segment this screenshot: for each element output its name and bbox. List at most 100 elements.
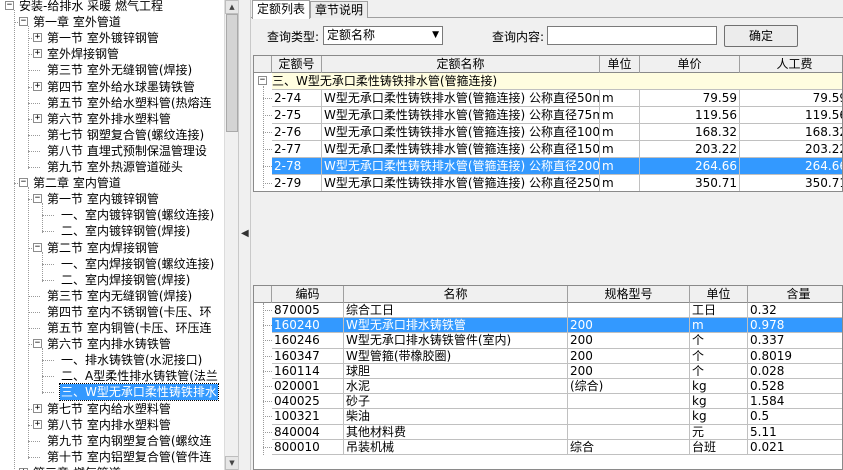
tree-item[interactable]: + 第八节 室内排水塑料管 [0, 417, 224, 433]
material-spec-cell: 200 [568, 348, 690, 364]
tree-item[interactable]: 第三节 室内无缝钢管(焊接) [0, 288, 224, 304]
header-material-code[interactable]: 编码 [272, 286, 344, 303]
material-spec-cell: 200 [568, 333, 690, 349]
table-row[interactable]: 2-77 W型无承口柔性铸铁排水管(管箍连接) 公称直径150mm m 203.22 2… [254, 141, 842, 158]
expand-icon[interactable]: + [33, 49, 42, 59]
tree-item[interactable]: 二、室内镀锌钢管(焊接) [0, 223, 224, 239]
collapse-icon[interactable]: − [19, 17, 28, 27]
tree-item[interactable]: 第十节 室内铝塑复合管(管件连 [0, 449, 224, 465]
header-unit-price[interactable]: 单价 [640, 56, 740, 73]
tree-item[interactable]: 第九节 室内钢塑复合管(螺纹连 [0, 433, 224, 449]
expand-icon[interactable]: + [33, 113, 42, 123]
tree-item[interactable]: 一、排水铸铁管(水泥接口) [0, 352, 224, 368]
collapse-left-icon[interactable]: ◀ [241, 228, 249, 239]
collapse-icon[interactable]: − [33, 242, 42, 252]
tree-item[interactable]: + 室外焊接钢管 [0, 46, 224, 62]
tree-item[interactable]: 第五节 室内铜管(卡压、环压连 [0, 320, 224, 336]
quota-name-cell: W型无承口柔性铸铁排水管(管箍连接) 公称直径200mm [322, 158, 600, 175]
table-row[interactable]: 020001 水泥 (综合) kg 0.528 [254, 379, 842, 395]
tree-item-label: 第五节 室内铜管(卡压、环压连 [47, 321, 212, 335]
tree-item[interactable]: +第三章 燃气管道 [0, 465, 224, 470]
scroll-down-icon[interactable]: ▼ [225, 456, 239, 470]
table-row[interactable]: 100321 柴油 kg 0.5 [254, 409, 842, 425]
tree-item-label: 一、室内焊接钢管(螺纹连接) [61, 256, 215, 271]
collapse-icon[interactable]: − [19, 178, 28, 188]
table-row[interactable]: 2-78 W型无承口柔性铸铁排水管(管箍连接) 公称直径200mm m 264.66 2… [254, 158, 842, 175]
tree-connector [263, 446, 272, 448]
tree-item[interactable]: 二、A型柔性排水铸铁管(法兰 [0, 368, 224, 384]
quota-grid[interactable]: 定额号 定额名称 单位 单价 人工费 − 三、W型无承口柔性铸铁排水管(管箍连接)… [253, 55, 843, 192]
scroll-up-icon[interactable]: ▲ [225, 0, 239, 14]
expand-icon[interactable]: + [33, 419, 42, 429]
collapse-icon[interactable]: − [258, 76, 267, 85]
table-row[interactable]: 040025 砂子 kg 1.584 [254, 394, 842, 410]
tree-item[interactable]: 一、室内镀锌钢管(螺纹连接) [0, 207, 224, 223]
tree-item[interactable]: 第四节 室内不锈钢管(卡压、环 [0, 304, 224, 320]
table-row[interactable]: 160347 W型管箍(带橡胶圈) 200 个 0.8019 [254, 348, 842, 364]
chapter-tree[interactable]: − 安装-给排水 采暖 燃气工程 − 第一章 室外管道 + 第一节 室外镀锌钢管 + 室外焊接… [0, 0, 224, 470]
collapse-icon[interactable]: − [5, 1, 14, 10]
tree-item[interactable]: − 安装-给排水 采暖 燃气工程 [0, 0, 224, 14]
table-row[interactable]: 2-76 W型无承口柔性铸铁排水管(管箍连接) 公称直径100mm m 168.32 1… [254, 124, 842, 141]
quota-name-cell: W型无承口柔性铸铁排水管(管箍连接) 公称直径250mm [324, 175, 600, 191]
tree-vertical-scrollbar[interactable]: ▲ ▼ [224, 0, 239, 470]
tree-item[interactable]: + 第七节 室内给水塑料管 [0, 401, 224, 417]
tree-item[interactable]: − 第一节 室内镀锌钢管 [0, 191, 224, 207]
header-quota-code[interactable]: 定额号 [272, 56, 322, 73]
table-row[interactable]: 800010 吊装机械 综合 台班 0.021 [254, 439, 842, 455]
expand-icon[interactable]: + [33, 81, 42, 91]
header-unit[interactable]: 单位 [600, 56, 640, 73]
material-unit-cell: m [690, 318, 748, 334]
tree-item-label: 第九节 室内钢塑复合管(螺纹连 [47, 433, 212, 448]
tree-item[interactable]: 第八节 直埋式预制保温管理设 [0, 143, 224, 159]
tree-item[interactable]: 第三节 室外无缝钢管(焊接) [0, 62, 224, 78]
quota-name-cell: W型无承口柔性铸铁排水管(管箍连接) 公称直径150mm [322, 141, 600, 158]
tree-item[interactable]: − 第二节 室内焊接钢管 [0, 240, 224, 256]
collapse-icon[interactable]: − [33, 194, 42, 204]
panel-splitter[interactable]: ◀ [238, 0, 251, 470]
tree-item[interactable]: − 第六节 室内排水铸铁管 [0, 336, 224, 352]
tree-item[interactable]: − 第一章 室外管道 [0, 14, 224, 30]
header-material-unit[interactable]: 单位 [690, 286, 748, 303]
quota-group-row[interactable]: − 三、W型无承口柔性铸铁排水管(管箍连接) [254, 73, 842, 90]
header-quota-name[interactable]: 定额名称 [322, 56, 600, 73]
table-row[interactable]: 160114 球胆 200 个 0.028 [254, 363, 842, 379]
header-labor-cost[interactable]: 人工费 [740, 56, 842, 73]
tree-connector [263, 325, 272, 327]
tree-connector [28, 456, 40, 458]
table-row[interactable]: 160240 W型无承口排水铸铁管 200 m 0.978 [254, 318, 842, 334]
confirm-button[interactable]: 确定 [724, 25, 798, 47]
table-row[interactable]: 2-75 W型无承口柔性铸铁排水管(管箍连接) 公称直径75mm m 119.56 11… [254, 107, 842, 124]
tree-item[interactable]: + 第六节 室外排水塑料管 [0, 111, 224, 127]
tree-item[interactable]: + 第四节 室外给水球墨铸铁管 [0, 79, 224, 95]
tree-item[interactable]: 三、W型无承口柔性铸铁排水 [0, 383, 224, 402]
scroll-thumb[interactable] [226, 14, 238, 132]
table-row[interactable]: 160246 W型无承口排水铸铁管件(室内) 200 个 0.337 [254, 333, 842, 349]
tab-chapter-notes[interactable]: 章节说明 [310, 1, 369, 18]
quota-unit-cell: m [600, 175, 640, 191]
table-row[interactable]: 840004 其他材料费 元 5.11 [254, 424, 842, 440]
header-quantity[interactable]: 含量 [748, 286, 842, 303]
table-row[interactable]: 2-74 W型无承口柔性铸铁排水管(管箍连接) 公称直径50mm m 79.59 79.… [254, 90, 842, 107]
table-row[interactable]: 2-79 W型无承口柔性铸铁排水管(管箍连接) 公称直径250mm m 350.71 3… [254, 175, 842, 191]
collapse-icon[interactable]: − [33, 339, 42, 349]
material-grid[interactable]: 编码 名称 规格型号 单位 含量 870005 综合工日 工日 0.32 160240 W… [253, 285, 843, 470]
expand-icon[interactable]: + [33, 33, 42, 43]
table-row[interactable]: 870005 综合工日 工日 0.32 [254, 303, 842, 319]
query-type-select[interactable]: 定额名称 ▼ [323, 26, 443, 45]
tree-item[interactable]: 一、室内焊接钢管(螺纹连接) [0, 256, 224, 272]
tree-item[interactable]: 第五节 室外给水塑料管(热熔连 [0, 95, 224, 111]
tree-item[interactable]: − 第二章 室内管道 [0, 175, 224, 191]
query-content-input[interactable] [547, 26, 717, 45]
header-material-name[interactable]: 名称 [344, 286, 568, 303]
tree-item[interactable]: 第七节 钢塑复合管(螺纹连接) [0, 127, 224, 143]
tab-quota-list[interactable]: 定额列表 [252, 0, 311, 19]
material-name-cell: W型管箍(带橡胶圈) [344, 348, 568, 364]
tree-item[interactable]: 二、室内焊接钢管(焊接) [0, 272, 224, 288]
quota-grid-header: 定额号 定额名称 单位 单价 人工费 [254, 56, 842, 73]
quota-unit-cell: m [600, 107, 640, 124]
tree-item[interactable]: 第九节 室外热源管道碰头 [0, 159, 224, 175]
header-spec[interactable]: 规格型号 [568, 286, 690, 303]
expand-icon[interactable]: + [33, 403, 42, 413]
tree-item[interactable]: + 第一节 室外镀锌钢管 [0, 30, 224, 46]
